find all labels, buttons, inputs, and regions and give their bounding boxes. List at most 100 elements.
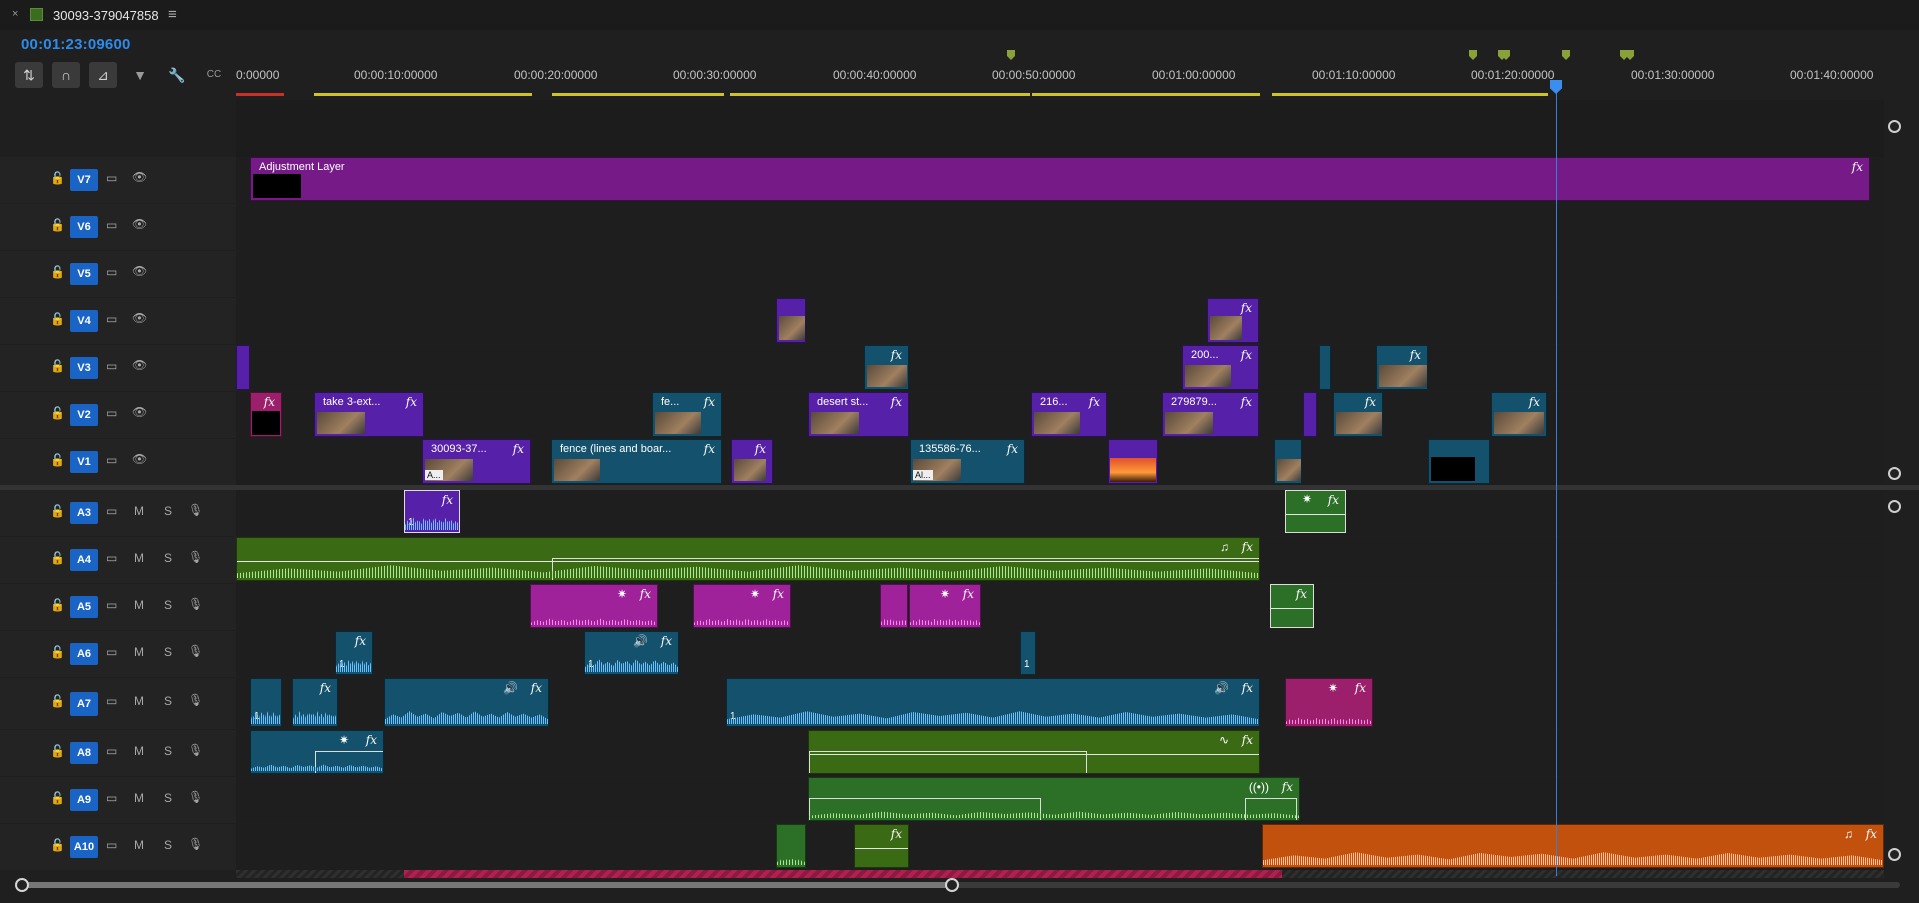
timeline-settings-button[interactable]: 🔧 <box>163 62 191 88</box>
video-clip-135586[interactable]: 135586-76... fx Al... <box>910 439 1025 484</box>
track-lane-v4[interactable]: fx <box>236 298 1884 344</box>
lock-icon[interactable]: 🔓 <box>50 744 65 758</box>
audio-clip[interactable]: ✷ fx <box>693 584 791 628</box>
film-icon[interactable]: ▭ <box>106 359 117 373</box>
track-lane-a4[interactable]: ♫ fx <box>236 537 1884 583</box>
track-name-a4[interactable]: A4 <box>70 549 98 571</box>
video-clip[interactable] <box>776 298 806 343</box>
eye-icon[interactable]: 👁 <box>132 452 147 466</box>
video-clip-279879[interactable]: 279879... fx <box>1162 392 1259 437</box>
film-icon[interactable]: ▭ <box>106 312 117 326</box>
film-icon[interactable]: ▭ <box>106 791 117 805</box>
mic-icon[interactable]: 🎙 <box>188 837 203 851</box>
audio-clip[interactable] <box>776 824 806 868</box>
mic-icon[interactable]: 🎙 <box>188 743 203 757</box>
audio-clip[interactable]: 1 <box>250 678 282 727</box>
track-lane-a9[interactable]: ((•)) fx <box>236 777 1884 823</box>
audio-clip[interactable]: 🔊 fx <box>384 678 549 727</box>
eye-icon[interactable]: 👁 <box>132 217 147 231</box>
audio-clip[interactable]: ✷ fx <box>909 584 981 628</box>
film-icon[interactable]: ▭ <box>106 504 117 518</box>
mute-button[interactable]: M <box>134 791 144 805</box>
track-lane-v7[interactable]: Adjustment Layer fx <box>236 157 1884 203</box>
track-name-v5[interactable]: V5 <box>70 263 98 285</box>
track-name-v2[interactable]: V2 <box>70 404 98 426</box>
track-lane-v1[interactable]: 30093-37... fx A... fence (lines and boa… <box>236 439 1884 485</box>
lock-icon[interactable]: 🔓 <box>50 359 65 373</box>
video-clip[interactable] <box>1108 439 1158 484</box>
track-name-v4[interactable]: V4 <box>70 310 98 332</box>
track-lane-v5[interactable] <box>236 251 1884 297</box>
video-clip[interactable] <box>1274 439 1302 484</box>
mute-button[interactable]: M <box>134 694 144 708</box>
audio-clip[interactable]: fx <box>292 678 338 727</box>
video-clip[interactable]: fx <box>1333 392 1383 437</box>
track-name-a8[interactable]: A8 <box>70 742 98 764</box>
video-clip[interactable] <box>1319 345 1331 390</box>
solo-button[interactable]: S <box>164 838 172 852</box>
video-clip[interactable]: fx <box>731 439 773 484</box>
partial-clip-strip[interactable] <box>404 870 1282 878</box>
lock-icon[interactable]: 🔓 <box>50 406 65 420</box>
solo-button[interactable]: S <box>164 598 172 612</box>
eye-icon[interactable]: 👁 <box>132 405 147 419</box>
film-icon[interactable]: ▭ <box>106 694 117 708</box>
video-clip-200[interactable]: 200... fx <box>1182 345 1259 390</box>
eye-icon[interactable]: 👁 <box>132 311 147 325</box>
track-name-a3[interactable]: A3 <box>70 502 98 524</box>
mute-button[interactable]: M <box>134 598 144 612</box>
film-icon[interactable]: ▭ <box>106 551 117 565</box>
solo-button[interactable]: S <box>164 551 172 565</box>
volume-keyframe-line[interactable] <box>855 848 908 850</box>
video-clip-216[interactable]: 216... fx <box>1031 392 1107 437</box>
audio-clip[interactable] <box>880 584 908 628</box>
video-clip[interactable]: fx <box>864 345 909 390</box>
audio-clip[interactable]: 1 <box>1020 631 1036 675</box>
video-vscroll-top-knob[interactable] <box>1888 120 1901 133</box>
volume-keyframe-line[interactable] <box>1286 513 1345 515</box>
playhead-line[interactable] <box>1556 86 1557 876</box>
video-clip-30093[interactable]: 30093-37... fx A... <box>422 439 531 484</box>
captions-button[interactable]: CC <box>200 62 228 88</box>
track-lane-a8[interactable]: ✷ fx ∿ fx <box>236 730 1884 776</box>
track-name-v6[interactable]: V6 <box>70 216 98 238</box>
track-name-a5[interactable]: A5 <box>70 596 98 618</box>
solo-button[interactable]: S <box>164 504 172 518</box>
film-icon[interactable]: ▭ <box>106 265 117 279</box>
eye-icon[interactable]: 👁 <box>132 170 147 184</box>
lock-icon[interactable]: 🔓 <box>50 694 65 708</box>
lock-icon[interactable]: 🔓 <box>50 218 65 232</box>
film-icon[interactable]: ▭ <box>106 453 117 467</box>
audio-vscroll-bottom-knob[interactable] <box>1888 848 1901 861</box>
audio-clip[interactable]: 🔊 fx 1 <box>584 631 679 675</box>
solo-button[interactable]: S <box>164 791 172 805</box>
audio-clip-music[interactable]: ♫ fx <box>1262 824 1884 868</box>
add-marker-button[interactable]: ▼ <box>126 62 154 88</box>
mute-button[interactable]: M <box>134 838 144 852</box>
video-clip-desert[interactable]: desert st... fx <box>808 392 909 437</box>
film-icon[interactable]: ▭ <box>106 218 117 232</box>
snap-toggle[interactable]: ∩ <box>52 62 80 88</box>
sequence-tab-title[interactable]: 30093-379047858 <box>53 8 159 23</box>
film-icon[interactable]: ▭ <box>106 838 117 852</box>
lock-icon[interactable]: 🔓 <box>50 312 65 326</box>
close-tab-icon[interactable]: × <box>12 8 18 20</box>
lock-icon[interactable]: 🔓 <box>50 453 65 467</box>
track-lane-a6[interactable]: fx 1 🔊 fx 1 1 <box>236 631 1884 677</box>
film-icon[interactable]: ▭ <box>106 645 117 659</box>
solo-button[interactable]: S <box>164 744 172 758</box>
track-lane-a7[interactable]: 1 fx 🔊 fx 🔊 fx 1 ✷ fx <box>236 678 1884 729</box>
audio-clip[interactable]: ✷ fx <box>1285 490 1346 533</box>
track-lane-v6[interactable] <box>236 204 1884 250</box>
audio-clip[interactable]: fx 1 <box>404 490 460 533</box>
marker-flag-icon[interactable] <box>1469 50 1477 60</box>
eye-icon[interactable]: 👁 <box>132 358 147 372</box>
volume-keyframe-line[interactable] <box>809 754 1259 756</box>
marker-flag-icon[interactable] <box>1007 50 1015 60</box>
lock-icon[interactable]: 🔓 <box>50 171 65 185</box>
mic-icon[interactable]: 🎙 <box>188 597 203 611</box>
solo-button[interactable]: S <box>164 694 172 708</box>
track-name-a10[interactable]: A10 <box>70 836 98 858</box>
clip-adjustment-layer[interactable]: Adjustment Layer fx <box>250 157 1870 201</box>
lock-icon[interactable]: 🔓 <box>50 645 65 659</box>
